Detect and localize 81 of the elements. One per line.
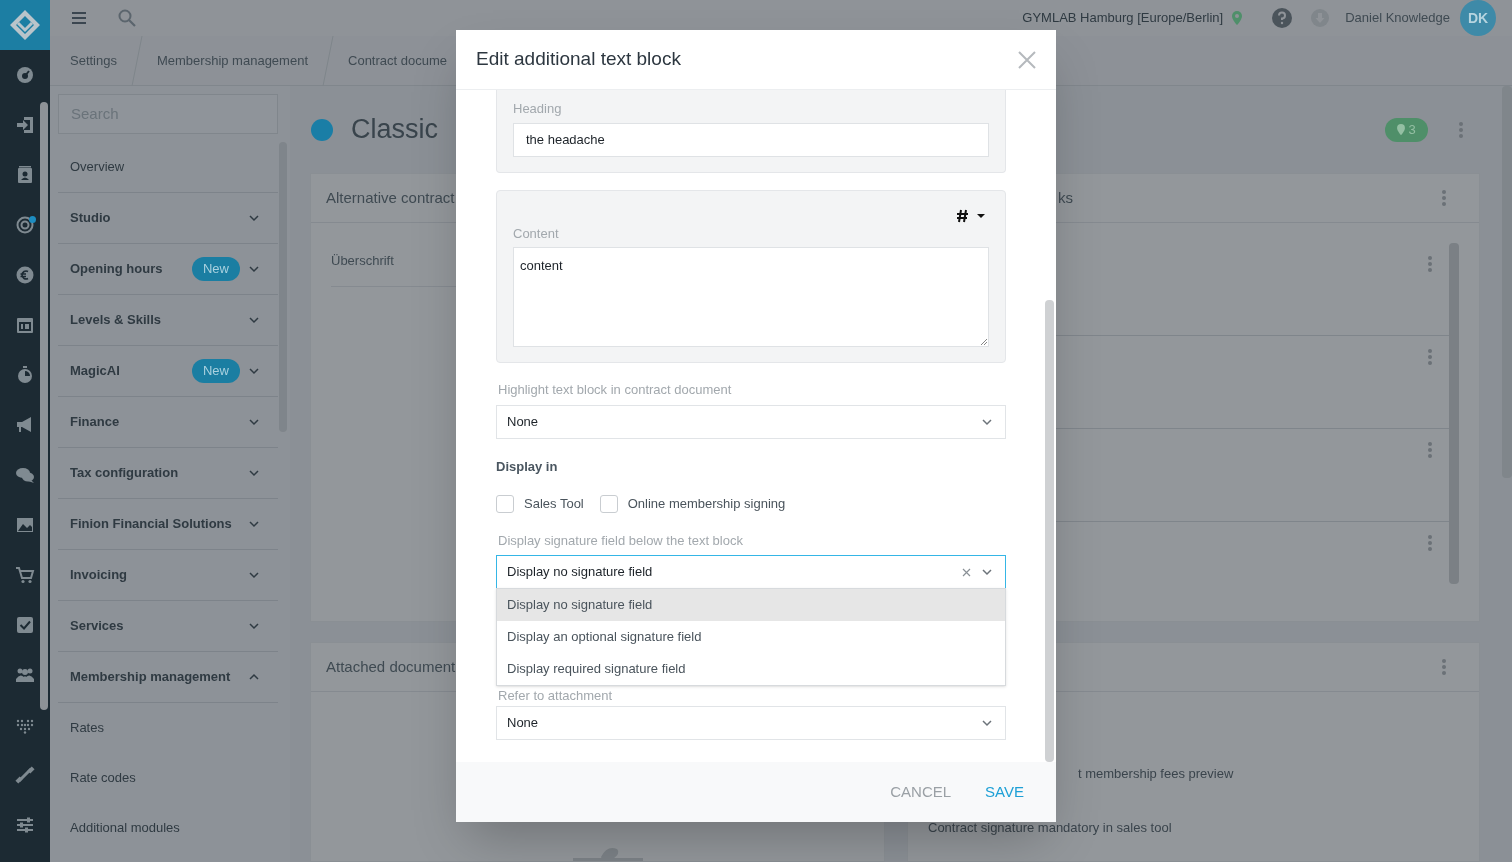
close-icon[interactable] [1018,50,1036,69]
new-badge: New [192,359,240,383]
dashboard-icon[interactable] [15,65,35,85]
sidebar-item[interactable]: Finion Financial Solutions [58,499,278,550]
card-title: Alternative contract [326,187,455,208]
dropdown-option[interactable]: Display an optional signature field [497,621,1005,653]
sign-in-icon[interactable] [15,115,35,135]
setting-label: t membership fees preview [1078,765,1235,783]
scrollbar-thumb[interactable] [1449,243,1459,584]
select-field[interactable]: None [496,404,1006,439]
field-label: Content [513,224,560,243]
sidebar-item[interactable]: Overview [58,142,278,193]
cancel-button[interactable]: CANCEL [878,774,964,810]
breadcrumb-link[interactable]: Contract docume [334,50,447,71]
heading-input[interactable]: the headache [513,122,989,157]
checkbox-icon[interactable] [15,615,35,635]
field-label: Highlight text block in contract document [498,381,733,399]
more-options-icon[interactable] [1427,255,1433,273]
clear-icon[interactable] [962,567,971,577]
dropdown-option[interactable]: Display no signature field [497,589,1005,621]
select-field[interactable]: None [496,705,1006,740]
content-textarea[interactable]: content [513,247,989,347]
help-icon[interactable] [1272,8,1293,28]
checkbox[interactable] [599,494,618,513]
scrollbar-thumb[interactable] [40,102,48,710]
search-icon[interactable] [118,9,136,27]
breadcrumb-link[interactable]: Settings [50,50,131,71]
field-label: Display signature field below the text block [498,531,744,550]
scrollbar-thumb[interactable] [1045,300,1054,762]
sidebar-item[interactable]: Membership management [58,652,278,703]
location-label[interactable]: GYMLAB Hamburg [Europe/Berlin] [1022,8,1224,28]
sidebar-item[interactable]: Studio [58,193,278,244]
sidebar-item[interactable]: MagicAI New [58,346,278,397]
hashtag-dropdown-icon[interactable] [957,208,985,223]
sidebar-item[interactable]: Finance [58,397,278,448]
logo-tile[interactable] [0,0,50,50]
sidebar-subitem[interactable]: Rates [58,703,278,753]
more-options-icon[interactable] [1427,348,1433,366]
sidebar-item[interactable]: Opening hours New [58,244,278,295]
more-options-icon[interactable] [1427,534,1433,552]
sidebar-subitem[interactable]: Rate codes [58,753,278,803]
breadcrumb-link[interactable]: Membership management [143,50,322,71]
checkbox-label[interactable]: Online membership signing [627,494,786,514]
more-options-icon[interactable] [1441,658,1447,676]
card-title: ks [1058,187,1073,208]
sidebar-item[interactable]: Services [58,601,278,652]
chat-icon[interactable] [15,465,35,485]
new-badge: New [192,257,240,281]
field-label: Refer to attachment [498,687,614,705]
checkbox[interactable] [496,494,514,513]
target-icon[interactable] [15,215,35,235]
user-name[interactable]: Daniel Knowledge [1345,8,1450,28]
map-pin-icon [1232,11,1243,25]
chevron-down-icon [981,566,993,578]
more-options-icon[interactable] [1441,189,1447,207]
sliders-icon[interactable] [15,815,35,835]
setting-label: Contract signature mandatory in sales tool [928,818,1173,837]
select-field[interactable]: Display no signature field [496,555,1006,589]
save-button[interactable]: SAVE [973,774,1036,810]
more-options-icon[interactable] [1427,441,1433,459]
section-label: Display in [496,457,559,476]
menu-icon[interactable] [72,12,86,24]
contact-card-icon[interactable] [15,165,35,185]
modal-title: Edit additional text block [476,47,682,72]
stopwatch-icon[interactable] [15,365,35,385]
field-label: Heading [513,100,563,118]
resize-handle-icon[interactable] [980,338,987,345]
sidebar-item[interactable]: Invoicing [58,550,278,601]
cart-icon[interactable] [15,565,35,585]
page-title: Classic [351,113,438,147]
user-avatar[interactable]: DK [1460,0,1496,36]
image-icon[interactable] [15,515,35,535]
map-pin-icon [1397,124,1406,135]
calendar-icon[interactable] [15,315,35,335]
sidebar-item[interactable]: Levels & Skills [58,295,278,346]
dropdown-option[interactable]: Display required signature field [497,653,1005,685]
sidebar-subitem[interactable]: Additional modules [58,803,278,853]
card-title: Attached document [326,656,456,677]
checkbox-label[interactable]: Sales Tool [524,494,584,514]
euro-icon[interactable] [15,265,35,285]
sidebar-item[interactable]: Tax configuration [58,448,278,499]
